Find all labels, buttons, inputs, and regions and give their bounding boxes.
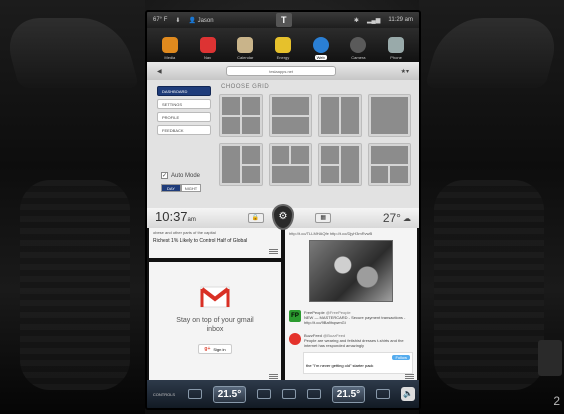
tweet-item[interactable]: BuzzFeed @BuzzFeed People are wearing an… <box>289 333 413 348</box>
google-signin-button[interactable]: g+ Sign in <box>198 344 232 354</box>
auto-mode-checkbox[interactable]: ✓ <box>161 172 168 179</box>
grid-option-7[interactable] <box>318 143 362 186</box>
news-snippet: obese and other parts of the capital <box>153 230 216 235</box>
user-icon[interactable]: 👤 Jason <box>188 17 213 24</box>
bluetooth-icon[interactable]: ✱ <box>354 17 359 24</box>
gmail-panel: Stay on top of your gmail inbox g+ Sign … <box>149 262 281 383</box>
left-temperature[interactable]: 21.5° <box>212 385 247 403</box>
auto-mode-label: Auto Mode <box>171 172 201 179</box>
tweet-link[interactable]: http://t.co/TLLMHAQfe http://t.co/DjyH3m… <box>289 231 413 236</box>
menu-item-feedback[interactable]: FEEDBACK <box>157 125 211 135</box>
list-icon[interactable] <box>269 249 278 255</box>
grid-option-2[interactable] <box>268 94 312 137</box>
browser-toolbar: ◀ teslaapps.net ★▾ <box>147 62 419 80</box>
auto-mode-toggle[interactable]: ✓ Auto Mode <box>161 172 200 179</box>
grid-option-1[interactable] <box>219 94 263 137</box>
grid-view-icon[interactable]: ▦ <box>315 213 332 223</box>
app-nav[interactable]: Nav <box>194 37 222 60</box>
clock-time: 11:29 am <box>388 17 413 23</box>
gmail-message: Stay on top of your gmail inbox <box>176 317 254 333</box>
download-icon[interactable]: ⬇ <box>175 17 180 24</box>
status-bar: 67° F ⬇ 👤 Jason T ✱ ▂▄▆ 11:29 am <box>147 12 419 28</box>
calendar-icon <box>237 37 254 53</box>
google-plus-icon: g+ <box>204 346 211 352</box>
outside-temperature: 67° F <box>153 17 168 23</box>
phone-icon <box>388 37 405 53</box>
camera-icon <box>350 37 367 53</box>
grid-options <box>219 94 411 186</box>
seat-heater-right-icon[interactable] <box>376 389 391 399</box>
gmail-logo-icon <box>200 286 230 308</box>
content-panels: obese and other parts of the capital Ric… <box>147 228 419 383</box>
energy-icon <box>274 37 291 53</box>
touchscreen: 67° F ⬇ 👤 Jason T ✱ ▂▄▆ 11:29 am Media N… <box>145 10 421 410</box>
url-bar[interactable]: teslaapps.net <box>226 66 337 76</box>
app-media[interactable]: Media <box>156 37 184 60</box>
grid-option-8[interactable] <box>367 143 411 186</box>
app-phone[interactable]: Phone <box>382 37 410 60</box>
day-night-switch: DAY NIGHT <box>161 184 201 192</box>
tweet-item[interactable]: FP FreePeople @FreePeople NEW — MASTERCA… <box>289 310 413 325</box>
left-column: obese and other parts of the capital Ric… <box>149 228 281 383</box>
clock-widget: 10:37am <box>155 208 196 226</box>
news-panel[interactable]: obese and other parts of the capital Ric… <box>149 228 281 258</box>
grid-option-4[interactable] <box>367 94 411 137</box>
tesla-logo-icon[interactable]: T <box>275 13 292 27</box>
menu-item-dashboard[interactable]: DASHBOARD <box>157 86 211 96</box>
controls-button[interactable]: CONTROLS <box>151 392 177 397</box>
tweet-embed[interactable]: Follow the "I'm never getting old" start… <box>303 352 413 374</box>
user-name: Jason <box>197 17 214 24</box>
air-vent-left <box>0 18 140 88</box>
car-interior-left <box>0 0 145 414</box>
app-web[interactable]: Web <box>307 37 335 60</box>
app-energy[interactable]: Energy <box>269 37 297 60</box>
follow-button[interactable]: Follow <box>392 355 410 360</box>
weather-widget: 27° ☁ <box>382 211 411 225</box>
side-panel-icon <box>538 340 562 376</box>
globe-icon <box>312 37 329 53</box>
app-calendar[interactable]: Calendar <box>231 37 259 60</box>
bookmark-icon[interactable]: ★▾ <box>401 68 409 75</box>
nav-icon <box>199 37 216 53</box>
side-number: 2 <box>553 394 560 408</box>
climate-bar: CONTROLS 21.5° 21.5° 🔈 <box>147 380 419 408</box>
tweet-photo[interactable] <box>309 240 393 302</box>
buzzfeed-avatar <box>289 333 301 345</box>
twitter-panel: http://t.co/TLLMHAQfe http://t.co/DjyH3m… <box>285 228 417 383</box>
back-icon[interactable]: ◀ <box>157 68 162 75</box>
freepeople-avatar: FP <box>289 310 301 322</box>
app-camera[interactable]: Camera <box>344 37 372 60</box>
signal-icon: ▂▄▆ <box>366 17 381 24</box>
dashboard-panel: DASHBOARD SETTINGS PROFILE FEEDBACK CHOO… <box>147 80 419 208</box>
grid-option-5[interactable] <box>219 143 263 186</box>
cloud-icon: ☁ <box>402 213 411 223</box>
fan-icon[interactable] <box>281 389 296 399</box>
night-button[interactable]: NIGHT <box>181 184 201 192</box>
dashboard-menu: DASHBOARD SETTINGS PROFILE FEEDBACK <box>157 86 211 138</box>
grid-title: CHOOSE GRID <box>221 84 270 90</box>
news-headline[interactable]: Richest 1% Likely to Control Half of Glo… <box>153 238 277 244</box>
seat-right <box>434 180 544 390</box>
app-launcher: Media Nav Calendar Energy Web Camera Pho… <box>147 28 419 62</box>
seat-left <box>20 180 130 390</box>
dash-clock: 10:37am <box>155 208 196 224</box>
settings-gear-icon[interactable]: ⚙ <box>272 204 294 230</box>
right-temperature[interactable]: 21.5° <box>331 385 366 403</box>
lock-icon[interactable]: 🔒 <box>247 213 264 223</box>
music-icon <box>161 37 178 53</box>
grid-option-6[interactable] <box>268 143 312 186</box>
info-strip: 10:37am 🔒 ⚙ ▦ 27° ☁ <box>147 204 419 230</box>
menu-item-profile[interactable]: PROFILE <box>157 112 211 122</box>
grid-option-3[interactable] <box>318 94 362 137</box>
defrost-rear-icon[interactable] <box>306 389 321 399</box>
defrost-front-icon[interactable] <box>257 389 272 399</box>
day-button[interactable]: DAY <box>161 184 181 192</box>
car-interior-right: 2 <box>419 0 564 414</box>
menu-item-settings[interactable]: SETTINGS <box>157 99 211 109</box>
seat-heater-left-icon[interactable] <box>187 389 202 399</box>
air-vent-right <box>424 18 564 88</box>
volume-icon[interactable]: 🔈 <box>400 387 415 401</box>
